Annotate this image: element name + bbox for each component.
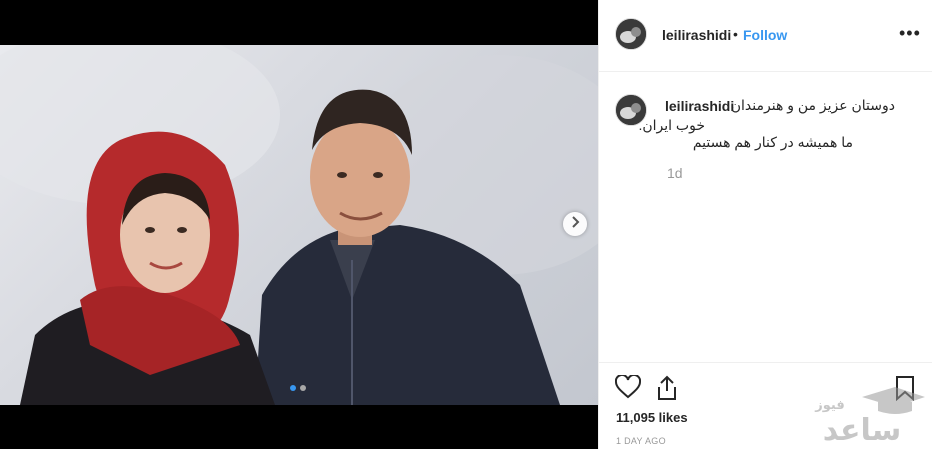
share-icon[interactable] [655,375,679,406]
username-link[interactable]: leilirashidi [662,27,731,43]
graduation-cap-icon [862,387,925,414]
watermark-text-bottom: ساعد [823,413,902,445]
photo-illustration [0,45,598,405]
carousel-indicator [290,385,306,391]
more-options-button[interactable]: ••• [899,24,921,42]
caption-username-link[interactable]: leilirashidi [665,98,734,114]
post-media [0,0,598,449]
site-watermark: فیوز ساعد [800,385,925,448]
carousel-dot [300,385,306,391]
carousel-dot-active [290,385,296,391]
follow-button[interactable]: Follow [743,27,787,43]
caption-line-2: خوب ایران. [638,117,705,133]
post-photo[interactable] [0,45,598,405]
caption-line-1: دوستان عزیز من و هنرمندان [730,97,895,113]
heart-icon[interactable] [614,373,642,404]
post-date: 1 DAY AGO [616,436,666,446]
caption-section: leilirashidi دوستان عزیز من و هنرمندان خ… [599,72,932,362]
post-header: leilirashidi • Follow ••• [599,0,932,72]
post-side-panel: leilirashidi • Follow ••• leilirashidi د… [598,0,932,449]
carousel-next-button[interactable] [563,212,587,236]
caption-line-3: ما همیشه در کنار هم هستیم [692,134,853,150]
chevron-right-icon [570,215,580,233]
watermark-text-top: فیوز [814,398,844,413]
likes-count[interactable]: 11,095 likes [616,410,688,425]
separator-dot: • [733,26,738,42]
caption-timestamp[interactable]: 1d [667,165,683,181]
avatar[interactable] [615,18,647,50]
